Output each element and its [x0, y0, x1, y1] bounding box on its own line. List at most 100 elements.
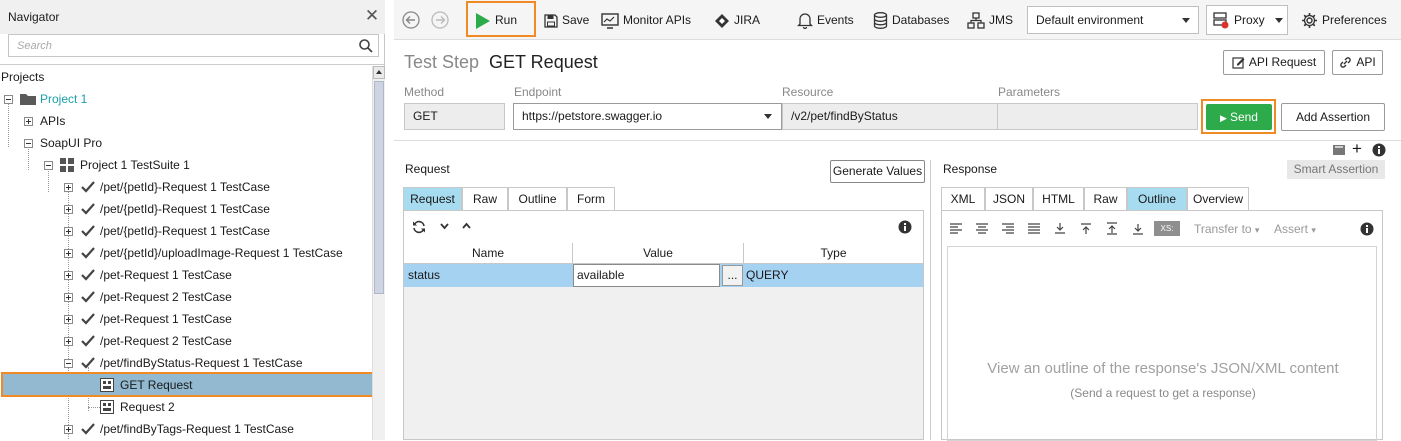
param-value-browse-button[interactable]: ... — [722, 265, 743, 286]
tree-item-testcase[interactable]: /pet-Request 2 TestCase — [0, 286, 372, 308]
forward-icon[interactable] — [431, 11, 449, 29]
align-right-icon[interactable] — [1002, 223, 1014, 234]
expand-icon[interactable] — [64, 227, 73, 236]
tab-outline[interactable]: Outline — [508, 187, 567, 210]
tree-item-testcase[interactable]: /pet/{petId}-Request 1 TestCase — [0, 176, 372, 198]
xs-schema-icon[interactable]: XS: — [1154, 221, 1180, 236]
tab-json[interactable]: JSON — [985, 187, 1033, 210]
expand-icon[interactable] — [64, 205, 73, 214]
expand-icon[interactable] — [64, 337, 73, 346]
method-field[interactable]: GET — [404, 103, 505, 130]
info-icon[interactable] — [898, 220, 912, 234]
expand-icon[interactable] — [64, 271, 73, 280]
tree-item-testcase[interactable]: /pet-Request 2 TestCase — [0, 330, 372, 352]
collapse-icon[interactable] — [24, 139, 33, 148]
expand-icon[interactable] — [24, 117, 33, 126]
info-icon[interactable] — [1360, 222, 1374, 236]
arrow-up-icon — [376, 70, 382, 74]
align-center-icon[interactable] — [976, 223, 988, 234]
layout-icon[interactable] — [1332, 143, 1346, 156]
scroll-up-button[interactable] — [373, 66, 385, 79]
databases-button[interactable]: Databases — [873, 0, 949, 40]
proxy-button[interactable]: Proxy — [1206, 5, 1288, 35]
tree-item-request-2[interactable]: Request 2 — [0, 396, 372, 418]
scroll-thumb[interactable] — [374, 81, 384, 294]
move-up-icon[interactable] — [1106, 222, 1118, 235]
chevron-down-icon[interactable] — [440, 223, 449, 230]
tree-item-soapui-pro[interactable]: SoapUI Pro — [0, 132, 372, 154]
tab-request[interactable]: Request — [403, 187, 462, 210]
add-assertion-button[interactable]: Add Assertion — [1281, 103, 1385, 131]
tree-item-testcase[interactable]: /pet/findByTags-Request 1 TestCase — [0, 418, 372, 440]
tree-item-testcase[interactable]: /pet/findByStatus-Request 1 TestCase — [0, 352, 372, 374]
save-button[interactable]: Save — [544, 0, 589, 40]
save-icon — [544, 14, 558, 28]
close-icon[interactable]: ✕ — [364, 6, 380, 26]
tree-item-testcase[interactable]: /pet-Request 1 TestCase — [0, 308, 372, 330]
transfer-to-menu[interactable]: Transfer to ▾ — [1194, 222, 1259, 236]
panel-splitter[interactable] — [930, 160, 931, 440]
collapse-icon[interactable] — [4, 95, 13, 104]
databases-label: Databases — [892, 13, 950, 27]
send-button[interactable]: ▶ Send — [1206, 104, 1272, 130]
api-link-button[interactable]: API — [1332, 50, 1383, 75]
edit-icon — [1232, 57, 1245, 69]
align-justify-icon[interactable] — [1028, 223, 1040, 234]
tree-item-label: /pet/{petId}/uploadImage-Request 1 TestC… — [100, 246, 343, 260]
tab-raw[interactable]: Raw — [1084, 187, 1127, 210]
tab-raw[interactable]: Raw — [462, 187, 508, 210]
parameters-field[interactable] — [997, 103, 1198, 130]
assert-menu[interactable]: Assert ▾ — [1274, 222, 1316, 236]
monitor-apis-button[interactable]: Monitor APIs — [601, 0, 691, 40]
tab-form[interactable]: Form — [567, 187, 615, 210]
jms-button[interactable]: JMS — [967, 0, 1013, 40]
collapse-icon[interactable] — [44, 161, 53, 170]
tab-xml[interactable]: XML — [941, 187, 985, 210]
expand-icon[interactable] — [64, 315, 73, 324]
expand-all-icon[interactable] — [1054, 222, 1066, 235]
tree-item-label: /pet-Request 2 TestCase — [100, 334, 232, 348]
table-row[interactable]: status available ... QUERY — [404, 264, 923, 287]
tree-item-testcase[interactable]: /pet/{petId}/uploadImage-Request 1 TestC… — [0, 242, 372, 264]
tab-overview[interactable]: Overview — [1187, 187, 1249, 210]
testsuite-icon — [60, 158, 74, 172]
generate-values-button[interactable]: Generate Values — [830, 160, 925, 183]
smart-assertion-button[interactable]: Smart Assertion — [1287, 160, 1385, 179]
tab-html[interactable]: HTML — [1033, 187, 1084, 210]
expand-icon[interactable] — [64, 249, 73, 258]
jira-button[interactable]: JIRA — [714, 0, 760, 40]
environment-select[interactable]: Default environment — [1027, 6, 1199, 34]
tree-item-testcase[interactable]: /pet-Request 1 TestCase — [0, 264, 372, 286]
tree-item-testcase[interactable]: /pet/{petId}-Request 1 TestCase — [0, 198, 372, 220]
endpoint-select[interactable]: https://petstore.swagger.io — [513, 103, 782, 130]
run-button[interactable]: Run — [475, 0, 517, 40]
tab-outline[interactable]: Outline — [1127, 187, 1187, 210]
api-request-button[interactable]: API Request — [1223, 50, 1325, 75]
add-icon[interactable]: + — [1352, 139, 1362, 159]
align-left-icon[interactable] — [950, 223, 962, 234]
tree-item-testsuite[interactable]: Project 1 TestSuite 1 — [0, 154, 372, 176]
chevron-up-icon[interactable] — [462, 222, 471, 229]
tree-item-testcase[interactable]: /pet/{petId}-Request 1 TestCase — [0, 220, 372, 242]
collapse-icon[interactable] — [64, 359, 73, 368]
resource-field[interactable]: /v2/pet/findByStatus — [782, 103, 998, 130]
expand-icon[interactable] — [64, 183, 73, 192]
tree-scrollbar[interactable] — [372, 66, 385, 440]
tree-item-apis[interactable]: APIs — [0, 110, 372, 132]
search-input[interactable]: Search — [8, 34, 379, 57]
preferences-button[interactable]: Preferences — [1301, 0, 1387, 40]
refresh-icon[interactable] — [412, 220, 426, 234]
events-button[interactable]: Events — [796, 0, 854, 40]
database-icon — [873, 12, 888, 30]
request-toolbar — [404, 211, 923, 243]
tree-item-project-1[interactable]: Project 1 — [0, 88, 372, 110]
move-down-icon[interactable] — [1132, 222, 1144, 235]
expand-icon[interactable] — [64, 425, 73, 434]
back-icon[interactable] — [402, 11, 420, 29]
collapse-all-icon[interactable] — [1080, 222, 1092, 235]
expand-icon[interactable] — [64, 293, 73, 302]
api-label: API — [1356, 55, 1376, 69]
param-value-input[interactable]: available — [573, 264, 720, 287]
search-icon[interactable] — [358, 38, 374, 54]
info-icon[interactable] — [1372, 143, 1386, 157]
